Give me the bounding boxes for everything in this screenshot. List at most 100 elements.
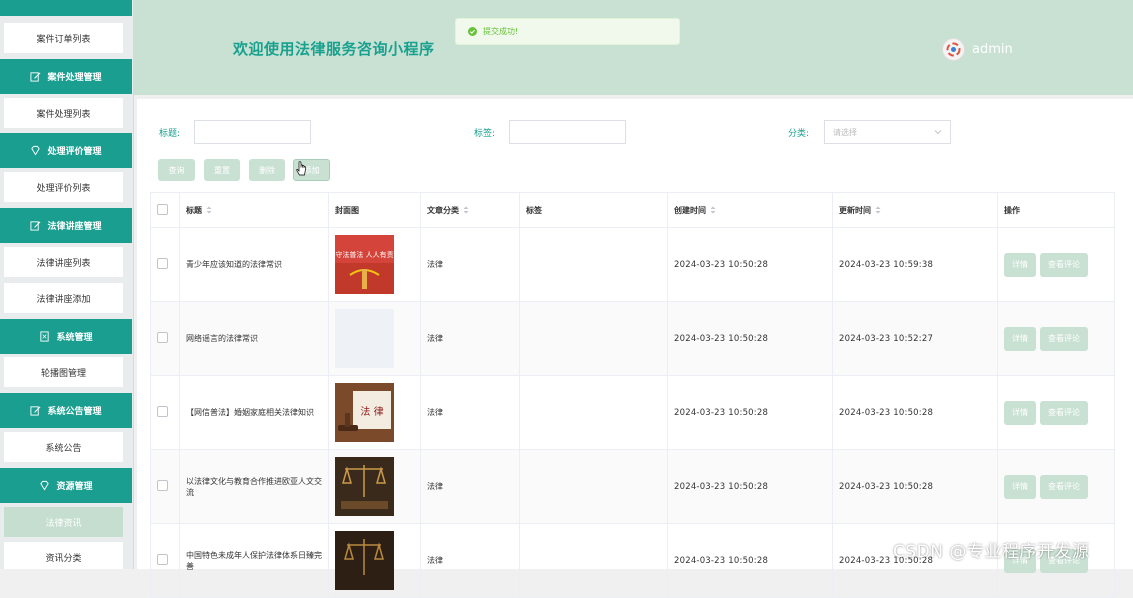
- sidebar-group-evaluation[interactable]: 处理评价管理: [0, 133, 132, 168]
- sidebar-item-announcement[interactable]: 系统公告: [4, 432, 123, 462]
- edit-icon: [30, 220, 41, 231]
- cover-image: 法 律: [335, 383, 394, 442]
- row-created-time: 2024-03-23 10:50:28: [667, 375, 833, 450]
- sidebar-item-carousel[interactable]: 轮播图管理: [4, 357, 123, 387]
- table-row: 青少年应该知道的法律常识 守法普法 人人有责 法律 2024-03-23 10:…: [150, 227, 1115, 302]
- user-menu[interactable]: admin: [942, 38, 1013, 61]
- row-checkbox[interactable]: [157, 554, 168, 565]
- row-updated-time: 2024-03-23 10:50:28: [832, 449, 998, 524]
- select-all-checkbox[interactable]: [157, 203, 168, 215]
- select-all-cell[interactable]: [150, 192, 180, 228]
- view-comments-button[interactable]: 查看评论: [1040, 474, 1088, 499]
- column-header-title[interactable]: 标题: [179, 192, 329, 228]
- row-checkbox[interactable]: [157, 258, 168, 269]
- avatar[interactable]: [942, 38, 965, 61]
- row-tag: [519, 523, 668, 598]
- sidebar-top-bar: [0, 0, 132, 16]
- main-content: 标题: 标签: 分类: 请选择 查询 重置 删除 添加 标题 封面图 文章分类 …: [137, 99, 1133, 598]
- sidebar-group-label: 系统公告管理: [47, 407, 102, 417]
- top-header: 欢迎使用法律服务咨询小程序 提交成功! admin: [134, 0, 1133, 95]
- column-header-updated[interactable]: 更新时间: [832, 192, 998, 228]
- svg-text:守法普法 人人有责: 守法普法 人人有责: [335, 250, 393, 259]
- username[interactable]: admin: [972, 42, 1013, 57]
- app-title: 欢迎使用法律服务咨询小程序: [233, 40, 435, 58]
- sidebar-item-evaluation-list[interactable]: 处理评价列表: [4, 172, 123, 202]
- row-updated-time: 2024-03-23 10:59:38: [832, 227, 998, 302]
- view-comments-button[interactable]: 查看评论: [1040, 400, 1088, 425]
- row-checkbox[interactable]: [157, 332, 168, 343]
- delete-button[interactable]: 删除: [249, 159, 285, 181]
- row-created-time: 2024-03-23 10:50:28: [667, 449, 833, 524]
- sidebar-item-case-processing-list[interactable]: 案件处理列表: [4, 98, 123, 128]
- row-created-time: 2024-03-23 10:50:28: [667, 227, 833, 302]
- sidebar-item-news-category[interactable]: 资讯分类: [4, 542, 123, 569]
- sidebar-item-lecture-list[interactable]: 法律讲座列表: [4, 247, 123, 277]
- view-comments-button[interactable]: 查看评论: [1040, 252, 1088, 277]
- column-header-cover: 封面图: [328, 192, 421, 228]
- row-actions: 详情 查看评论: [997, 301, 1115, 376]
- view-comments-button[interactable]: 查看评论: [1040, 326, 1088, 351]
- sort-icon[interactable]: [875, 206, 881, 214]
- sidebar-group-label: 资源管理: [56, 482, 93, 492]
- edit-icon: [30, 405, 41, 416]
- toast-message: 提交成功!: [483, 27, 519, 36]
- query-button[interactable]: 查询: [158, 159, 195, 181]
- sort-icon[interactable]: [710, 206, 716, 214]
- chevron-down-icon: [934, 130, 942, 135]
- success-toast: 提交成功!: [455, 18, 680, 45]
- row-updated-time: 2024-03-23 10:52:27: [832, 301, 998, 376]
- row-cover: [328, 523, 421, 598]
- tag-filter-input[interactable]: [509, 120, 626, 144]
- title-filter-label: 标题:: [159, 129, 181, 139]
- column-header-created[interactable]: 创建时间: [667, 192, 833, 228]
- row-category: 法律: [420, 375, 520, 450]
- category-filter-label: 分类:: [788, 129, 810, 139]
- category-select[interactable]: 请选择: [824, 120, 951, 144]
- row-checkbox[interactable]: [157, 480, 168, 491]
- detail-button[interactable]: 详情: [1004, 400, 1036, 425]
- check-circle-icon: [468, 27, 477, 36]
- detail-button[interactable]: 详情: [1004, 252, 1036, 277]
- column-header-tag: 标签: [519, 192, 668, 228]
- row-title: 网络谣言的法律常识: [179, 301, 329, 376]
- sidebar-item-lecture-add[interactable]: 法律讲座添加: [4, 283, 123, 313]
- column-header-actions: 操作: [997, 192, 1115, 228]
- row-created-time: 2024-03-23 10:50:28: [667, 301, 833, 376]
- sort-icon[interactable]: [463, 206, 469, 214]
- watermark: CSDN @专业程序开发源: [893, 542, 1090, 562]
- reset-button[interactable]: 重置: [204, 159, 240, 181]
- row-cover: 守法普法 人人有责: [328, 227, 421, 302]
- sidebar-group-label: 法律讲座管理: [47, 222, 102, 232]
- sidebar-group-lecture[interactable]: 法律讲座管理: [0, 208, 132, 243]
- sidebar-group-system[interactable]: 系统管理: [0, 319, 132, 354]
- diamond-icon: [39, 480, 50, 491]
- sidebar-group-announcement[interactable]: 系统公告管理: [0, 393, 132, 428]
- detail-button[interactable]: 详情: [1004, 326, 1036, 351]
- cover-image: [335, 531, 394, 590]
- row-cover: [328, 449, 421, 524]
- table-row: 网络谣言的法律常识 法律 2024-03-23 10:50:28 2024-03…: [150, 301, 1115, 376]
- cover-image: 守法普法 人人有责: [335, 235, 394, 294]
- row-tag: [519, 449, 668, 524]
- row-title: 青少年应该知道的法律常识: [179, 227, 329, 302]
- detail-button[interactable]: 详情: [1004, 474, 1036, 499]
- tag-filter-label: 标签:: [474, 129, 496, 139]
- row-tag: [519, 227, 668, 302]
- document-icon: [39, 331, 50, 342]
- row-tag: [519, 301, 668, 376]
- sort-icon[interactable]: [206, 206, 212, 214]
- sidebar-group-resources[interactable]: 资源管理: [0, 468, 132, 503]
- row-created-time: 2024-03-23 10:50:28: [667, 523, 833, 598]
- sidebar-group-label: 系统管理: [56, 333, 93, 343]
- row-category: 法律: [420, 449, 520, 524]
- sidebar-group-label: 案件处理管理: [47, 73, 102, 83]
- sidebar-group-case-processing[interactable]: 案件处理管理: [0, 59, 132, 94]
- sidebar-item-case-order-list[interactable]: 案件订单列表: [4, 23, 123, 53]
- edit-icon: [30, 71, 41, 82]
- table-row: 以法律文化与教育合作推进欧亚人文交流 法律 2024-03-23 10:50:2…: [150, 449, 1115, 524]
- column-header-category[interactable]: 文章分类: [420, 192, 520, 228]
- row-checkbox[interactable]: [157, 406, 168, 417]
- sidebar-group-label: 处理评价管理: [47, 147, 102, 157]
- title-filter-input[interactable]: [194, 120, 311, 144]
- sidebar-item-legal-news[interactable]: 法律资讯: [4, 507, 123, 537]
